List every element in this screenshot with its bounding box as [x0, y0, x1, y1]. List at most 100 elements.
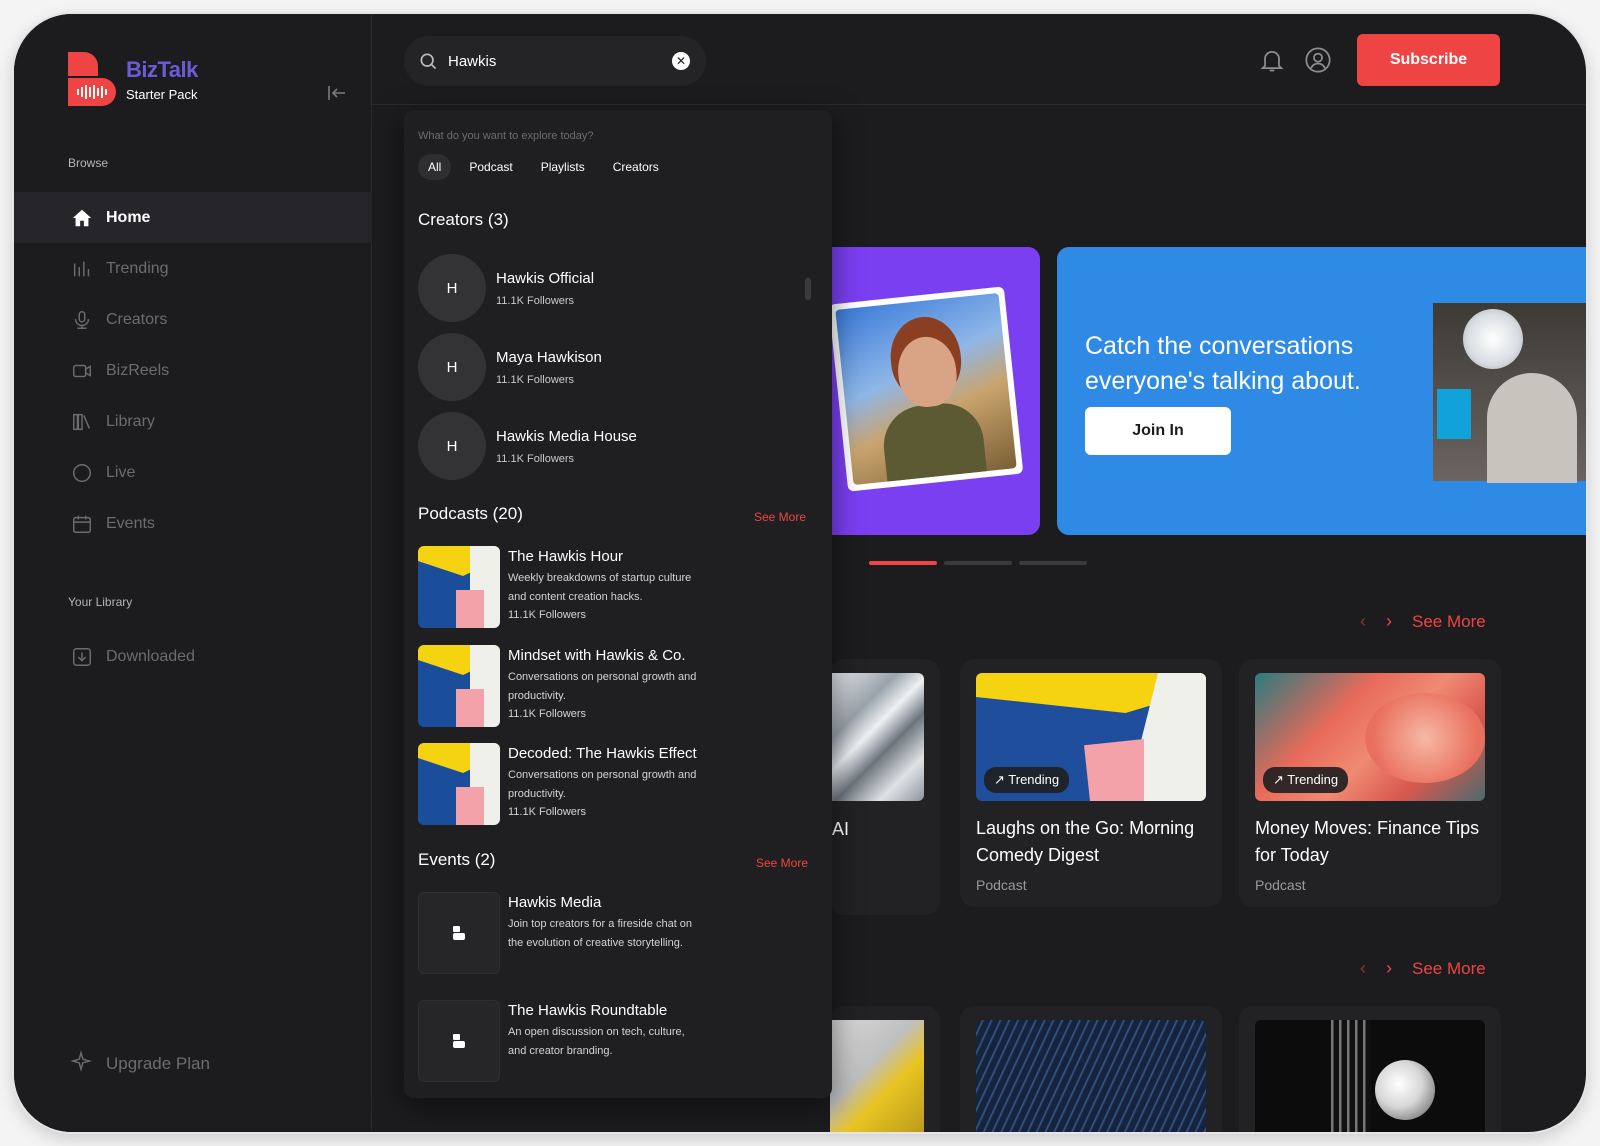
sidebar-item-label: Home: [106, 208, 151, 226]
podcast-card-partial[interactable]: [830, 1006, 940, 1132]
podcast-name: The Hawkis Hour: [508, 548, 624, 565]
creator-name: Hawkis Media House: [496, 427, 637, 445]
your-library-label: Your Library: [68, 595, 133, 609]
avatar: H: [418, 333, 486, 401]
podcast-art: [418, 546, 500, 628]
podcast-thumb: [830, 1020, 924, 1132]
event-result[interactable]: Hawkis Media Join top creators for a fire…: [418, 892, 698, 974]
podcast-card[interactable]: ↗ Trending Laughs on the Go: Morning Com…: [960, 659, 1222, 907]
avatar: H: [418, 412, 486, 480]
podcast-thumb: ↗ Trending: [976, 673, 1206, 801]
event-result[interactable]: The Hawkis Roundtable An open discussion …: [418, 1000, 698, 1082]
podcast-thumb: [830, 673, 924, 801]
trending-badge: ↗ Trending: [984, 767, 1070, 793]
podcast-result[interactable]: Decoded: The Hawkis Effect Conversations …: [418, 743, 698, 825]
carousel-indicators: [869, 561, 1087, 565]
app-window: BizTalk Starter Pack Browse Home Trendin…: [14, 14, 1586, 1132]
notification-bell-icon[interactable]: [1258, 46, 1286, 74]
row2-see-more-link[interactable]: See More: [1412, 959, 1486, 979]
carousel-dot-1[interactable]: [869, 561, 937, 565]
podcast-followers: 11.1K Followers: [508, 806, 587, 818]
podcast-thumb: [1255, 1020, 1485, 1132]
sidebar-item-live[interactable]: Live: [14, 447, 372, 498]
creator-result[interactable]: H Hawkis Media House 11.1K Followers: [418, 412, 637, 480]
podcast-result[interactable]: Mindset with Hawkis & Co. Conversations o…: [418, 645, 698, 727]
card-subtitle: Podcast: [976, 877, 1027, 893]
sidebar-item-home[interactable]: Home: [14, 192, 372, 243]
card-title: Money Moves: Finance Tips for Today: [1255, 818, 1480, 865]
row1-controls: ‹ › See More: [1360, 611, 1486, 632]
video-icon: [70, 359, 94, 383]
prev-arrow-icon[interactable]: ‹: [1360, 611, 1366, 632]
microphone-icon: [70, 308, 94, 332]
event-description: Join top creators for a fireside chat on…: [508, 918, 693, 949]
event-name: Hawkis Media: [508, 894, 602, 911]
user-profile-icon[interactable]: [1304, 46, 1332, 74]
tab-all[interactable]: All: [418, 154, 452, 180]
podcast-followers: 11.1K Followers: [508, 708, 587, 720]
card-title: Laughs on the Go: Morning Comedy Digest: [976, 818, 1195, 865]
biztalk-logo-icon: [68, 52, 116, 106]
event-logo-icon: [418, 892, 500, 974]
hero-studio-image: [1433, 303, 1586, 483]
podcasts-see-more-link[interactable]: See More: [754, 510, 806, 524]
podcast-description: Conversations on personal growth and pro…: [508, 671, 697, 702]
carousel-dot-2[interactable]: [944, 561, 1012, 565]
podcast-name: Decoded: The Hawkis Effect: [508, 745, 697, 762]
brand-title: BizTalk: [126, 56, 198, 82]
sidebar-item-label: Library: [106, 412, 155, 430]
row1-see-more-link[interactable]: See More: [1412, 612, 1486, 632]
events-see-more-link[interactable]: See More: [756, 856, 808, 870]
sidebar-item-downloaded[interactable]: Downloaded: [14, 631, 372, 682]
library-nav: Downloaded: [14, 631, 372, 682]
home-icon: [70, 206, 94, 230]
creator-followers: 11.1K Followers: [496, 452, 575, 465]
sidebar-item-library[interactable]: Library: [14, 396, 372, 447]
sidebar-item-bizreels[interactable]: BizReels: [14, 345, 372, 396]
sidebar-item-events[interactable]: Events: [14, 498, 372, 549]
sidebar-item-creators[interactable]: Creators: [14, 294, 372, 345]
main-nav: Home Trending Creators BizReels Library …: [14, 192, 372, 549]
browse-label: Browse: [68, 156, 109, 170]
hero-slide-previous[interactable]: [830, 247, 1040, 535]
podcast-name: Mindset with Hawkis & Co.: [508, 647, 686, 664]
clear-search-icon[interactable]: ✕: [672, 52, 690, 70]
podcast-result[interactable]: The Hawkis Hour Weekly breakdowns of star…: [418, 546, 698, 628]
search-input[interactable]: [448, 52, 648, 70]
podcast-description: Weekly breakdowns of startup culture and…: [508, 572, 692, 603]
hero-title: Catch the conversations everyone's talki…: [1085, 332, 1361, 395]
header-divider: [372, 104, 1586, 105]
tab-playlists[interactable]: Playlists: [531, 154, 595, 180]
scrollbar-thumb[interactable]: [805, 278, 811, 300]
join-in-button[interactable]: Join In: [1085, 407, 1231, 455]
podcast-card[interactable]: [1239, 1006, 1501, 1132]
brand-subtitle: Starter Pack: [126, 86, 198, 102]
prev-arrow-icon[interactable]: ‹: [1360, 958, 1366, 979]
sidebar-item-label: Creators: [106, 310, 168, 328]
sidebar-item-trending[interactable]: Trending: [14, 243, 372, 294]
subscribe-button[interactable]: Subscribe: [1357, 34, 1500, 86]
filter-tabs: All Podcast Playlists Creators: [418, 154, 669, 180]
sidebar: BizTalk Starter Pack Browse Home Trendin…: [14, 14, 372, 1132]
podcast-art: [418, 645, 500, 727]
creator-result[interactable]: H Hawkis Official 11.1K Followers: [418, 254, 594, 322]
creator-result[interactable]: H Maya Hawkison 11.1K Followers: [418, 333, 602, 401]
podcast-thumb: ↗ Trending: [1255, 673, 1485, 801]
podcast-card[interactable]: ↗ Trending Money Moves: Finance Tips for…: [1239, 659, 1501, 907]
avatar: H: [418, 254, 486, 322]
next-arrow-icon[interactable]: ›: [1386, 958, 1392, 979]
upgrade-plan-button[interactable]: Upgrade Plan: [70, 1050, 210, 1077]
tab-creators[interactable]: Creators: [603, 154, 669, 180]
podcast-card-partial[interactable]: AI: [830, 659, 940, 915]
brand-logo[interactable]: BizTalk Starter Pack: [68, 52, 198, 106]
trending-badge: ↗ Trending: [1263, 767, 1349, 793]
tab-podcast[interactable]: Podcast: [459, 154, 522, 180]
search-bar[interactable]: ✕: [404, 36, 706, 86]
card-title: AI: [832, 819, 850, 839]
next-arrow-icon[interactable]: ›: [1386, 611, 1392, 632]
collapse-sidebar-icon[interactable]: [326, 82, 348, 104]
podcast-card[interactable]: [960, 1006, 1222, 1132]
carousel-dot-3[interactable]: [1019, 561, 1087, 565]
download-icon: [70, 645, 94, 669]
search-results-dropdown: What do you want to explore today? All P…: [404, 110, 832, 1098]
